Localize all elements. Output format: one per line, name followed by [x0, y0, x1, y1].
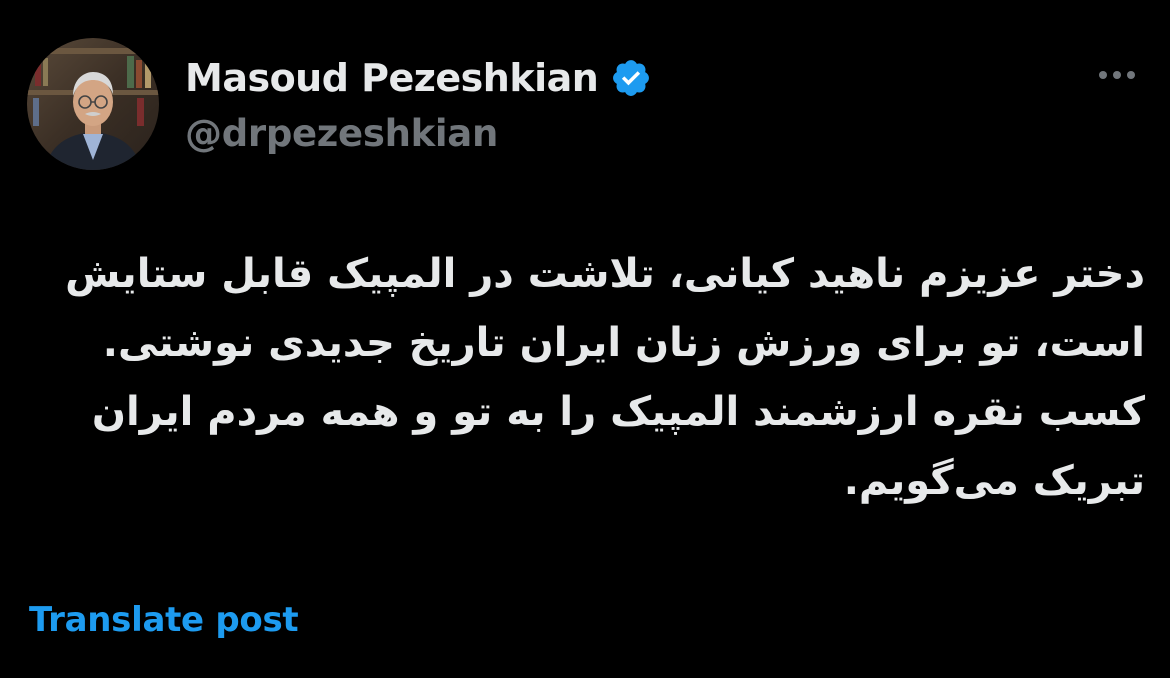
author-display-name[interactable]: Masoud Pezeshkian	[185, 56, 599, 100]
post-body-text: دختر عزیزم ناهید کیانی، تلاشت در المپیک …	[65, 251, 1145, 504]
author-info: Masoud Pezeshkian @drpezeshkian	[185, 50, 885, 155]
name-row: Masoud Pezeshkian	[185, 50, 885, 106]
more-horizontal-icon	[1099, 71, 1107, 79]
avatar-photo	[27, 38, 159, 170]
author-handle[interactable]: @drpezeshkian	[185, 112, 885, 155]
translate-post-link[interactable]: Translate post	[29, 600, 299, 640]
more-options-button[interactable]	[1094, 58, 1140, 92]
verified-badge-icon[interactable]	[610, 57, 652, 99]
author-avatar[interactable]	[27, 38, 159, 170]
more-horizontal-icon-dot	[1127, 71, 1135, 79]
tweet-card: Masoud Pezeshkian @drpezeshkian دختر عزی…	[0, 0, 1170, 678]
more-horizontal-icon-dot	[1113, 71, 1121, 79]
